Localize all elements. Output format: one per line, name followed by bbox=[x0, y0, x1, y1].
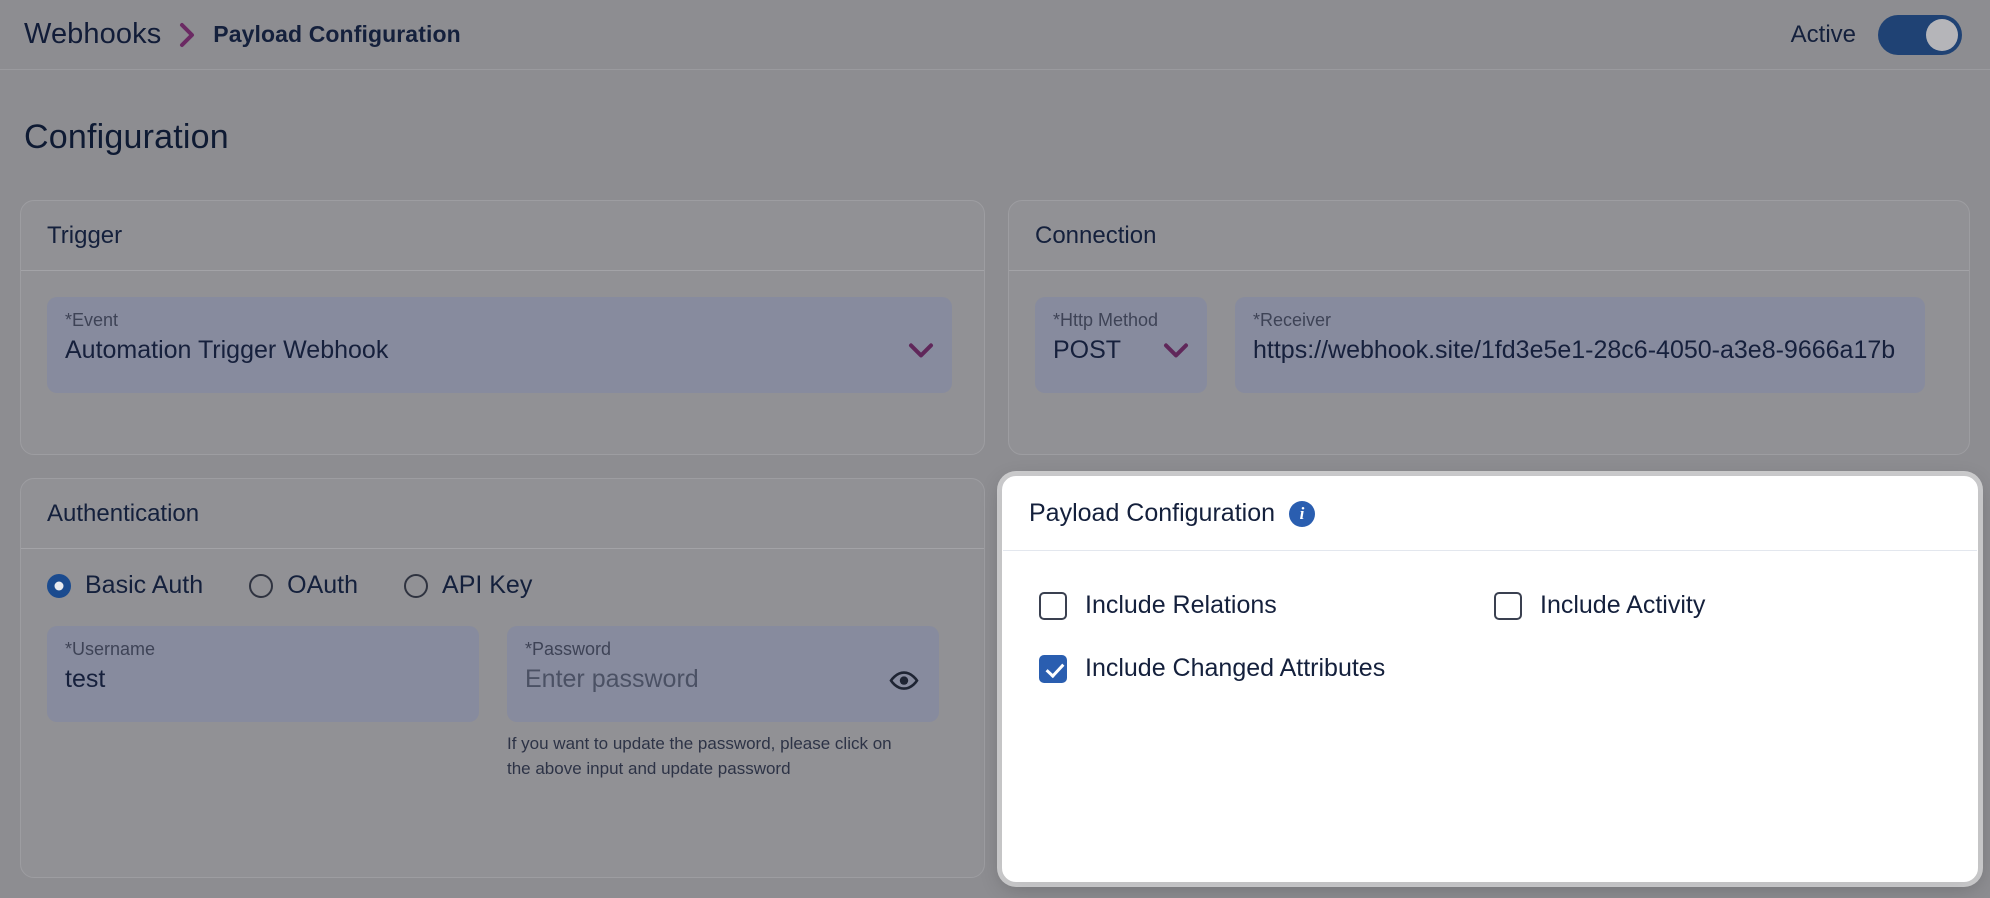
username-label: *Username bbox=[65, 639, 156, 659]
connection-card-title: Connection bbox=[1009, 201, 1969, 271]
breadcrumb-current: Payload Configuration bbox=[213, 21, 461, 47]
checkbox-box-icon bbox=[1494, 591, 1522, 620]
breadcrumb-root[interactable]: Webhooks bbox=[24, 18, 161, 51]
http-method-select[interactable]: *Http Method POST bbox=[1035, 297, 1207, 393]
trigger-card-body: *Event Automation Trigger Webhook bbox=[21, 271, 984, 393]
payload-card-title: Payload Configuration bbox=[1029, 499, 1275, 527]
topbar: Webhooks Payload Configuration Active bbox=[0, 0, 1990, 70]
active-toggle[interactable] bbox=[1878, 14, 1962, 55]
password-group: *Password Enter password If you want to … bbox=[507, 626, 939, 781]
checkbox-include-activity[interactable]: Include Activity bbox=[1494, 591, 1951, 620]
toggle-knob bbox=[1926, 18, 1958, 51]
eye-icon[interactable] bbox=[889, 670, 919, 692]
page-title: Configuration bbox=[24, 118, 229, 156]
password-input[interactable]: *Password Enter password bbox=[507, 626, 939, 722]
http-method-label: *Http Method bbox=[1053, 310, 1159, 330]
authentication-card-title: Authentication bbox=[21, 479, 984, 549]
radio-api-key[interactable]: API Key bbox=[404, 571, 532, 600]
chevron-down-icon[interactable] bbox=[1163, 341, 1189, 359]
username-group: *Username test bbox=[47, 626, 479, 722]
connection-card-body: *Http Method POST *Receiver https://webh… bbox=[1009, 271, 1969, 393]
radio-dot-icon bbox=[249, 573, 274, 598]
password-placeholder: Enter password bbox=[525, 664, 699, 693]
payload-card-header: Payload Configuration i bbox=[1003, 477, 1977, 551]
receiver-input[interactable]: *Receiver https://webhook.site/1fd3e5e1-… bbox=[1235, 297, 1925, 393]
trigger-card-title: Trigger bbox=[21, 201, 984, 271]
radio-dot-icon bbox=[47, 573, 71, 598]
payload-checkbox-group: Include Relations Include Activity Inclu… bbox=[1003, 551, 1977, 683]
active-toggle-group: Active bbox=[1790, 14, 1962, 55]
event-label: *Event bbox=[65, 310, 119, 330]
radio-dot-icon bbox=[404, 573, 429, 598]
chevron-down-icon[interactable] bbox=[908, 341, 934, 359]
payload-configuration-card: Payload Configuration i Include Relation… bbox=[1002, 476, 1978, 882]
checkbox-label: Include Relations bbox=[1085, 591, 1277, 619]
active-label: Active bbox=[1790, 20, 1856, 48]
trigger-card: Trigger *Event Automation Trigger Webhoo… bbox=[20, 200, 985, 455]
auth-fields: *Username test *Password Enter password … bbox=[21, 600, 984, 781]
event-value: Automation Trigger Webhook bbox=[65, 335, 389, 364]
info-icon[interactable]: i bbox=[1289, 500, 1315, 527]
auth-type-radio-group: Basic Auth OAuth API Key bbox=[21, 549, 984, 600]
username-value: test bbox=[65, 664, 106, 693]
password-label: *Password bbox=[525, 639, 612, 659]
receiver-value: https://webhook.site/1fd3e5e1-28c6-4050-… bbox=[1253, 335, 1896, 364]
connection-card: Connection *Http Method POST *Receiver h… bbox=[1008, 200, 1970, 455]
radio-label: Basic Auth bbox=[85, 571, 204, 599]
checkbox-include-changed-attributes[interactable]: Include Changed Attributes bbox=[1039, 654, 1494, 683]
receiver-label: *Receiver bbox=[1253, 310, 1332, 330]
password-helper-text: If you want to update the password, plea… bbox=[507, 734, 892, 778]
checkbox-include-relations[interactable]: Include Relations bbox=[1039, 591, 1494, 620]
checkbox-box-icon bbox=[1039, 654, 1067, 683]
checkbox-box-icon bbox=[1039, 591, 1067, 620]
checkbox-label: Include Activity bbox=[1540, 591, 1706, 619]
radio-basic-auth[interactable]: Basic Auth bbox=[47, 571, 203, 600]
chevron-right-icon bbox=[179, 22, 197, 48]
event-select[interactable]: *Event Automation Trigger Webhook bbox=[47, 297, 952, 393]
radio-label: API Key bbox=[442, 571, 533, 599]
radio-oauth[interactable]: OAuth bbox=[249, 571, 358, 600]
username-input[interactable]: *Username test bbox=[47, 626, 479, 722]
authentication-card: Authentication Basic Auth OAuth API Key … bbox=[20, 478, 985, 878]
checkbox-label: Include Changed Attributes bbox=[1085, 654, 1386, 682]
radio-label: OAuth bbox=[287, 571, 359, 599]
